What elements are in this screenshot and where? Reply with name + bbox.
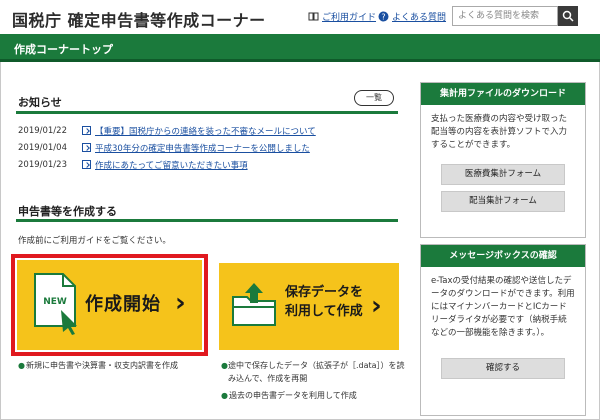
notices-more-button[interactable]: 一覧: [354, 90, 394, 106]
tally-panel-text: 支払った医療費の内容や受け取った配当等の内容を表計算ソフトで入力することができま…: [431, 114, 568, 150]
notices-divider: [16, 111, 398, 114]
search-icon: [562, 10, 574, 22]
create-heading: 申告書等を作成する: [18, 205, 117, 218]
section-bar: 作成コーナートップ: [0, 34, 600, 62]
medical-form-button[interactable]: 医療費集計フォーム: [441, 164, 565, 185]
notice-item: 2019/01/04 平成30年分の確定申告書等作成コーナーを公開しました: [18, 139, 398, 156]
bullet-text: 過去の申告書データを利用して作成: [229, 391, 357, 400]
guide-link-label: ご利用ガイド: [322, 13, 377, 23]
create-divider: [16, 219, 398, 222]
guide-link[interactable]: ご利用ガイド: [308, 10, 376, 23]
notice-date: 2019/01/04: [18, 142, 67, 153]
saved-data-button[interactable]: 保存データを 利用して作成 ›: [219, 263, 399, 350]
main-content: お知らせ 一覧 2019/01/22 【重要】国税庁からの連絡を装った不審なメー…: [6, 74, 408, 414]
book-icon: [308, 11, 319, 22]
notice-link[interactable]: 作成にあたってご留意いただきたい事項: [95, 159, 248, 171]
arrow-box-icon: [82, 126, 91, 135]
notice-list: 2019/01/22 【重要】国税庁からの連絡を装った不審なメールについて 20…: [18, 122, 398, 173]
notice-date: 2019/01/22: [18, 125, 67, 136]
section-bar-label: 作成コーナートップ: [14, 43, 113, 56]
tally-panel-title: 集計用ファイルのダウンロード: [421, 83, 585, 105]
highlight-frame: [11, 254, 208, 356]
arrow-box-icon: [82, 160, 91, 169]
dividend-form-button[interactable]: 配当集計フォーム: [441, 191, 565, 212]
notice-date: 2019/01/23: [18, 159, 67, 170]
notice-item: 2019/01/23 作成にあたってご留意いただきたい事項: [18, 156, 398, 173]
bullet-item: ● 途中で保存したデータ（拡張子が［.data］）を読み込んで、作成を再開: [221, 361, 405, 383]
notice-item: 2019/01/22 【重要】国税庁からの連絡を装った不審なメールについて: [18, 122, 398, 139]
chevron-right-icon: ›: [371, 291, 382, 321]
saved-data-label: 保存データを 利用して作成: [285, 283, 363, 321]
bullet-text: 途中で保存したデータ（拡張子が［.data］）を読み込んで、作成を再開: [227, 361, 405, 383]
svg-text:?: ?: [381, 13, 385, 22]
search-button[interactable]: [558, 6, 578, 26]
faq-link[interactable]: ? よくある質問: [378, 10, 446, 23]
guide-notice-text: 作成前にご利用ガイドをご覧ください。: [18, 236, 171, 246]
search-input[interactable]: [452, 6, 558, 26]
faq-link-label: よくある質問: [392, 13, 447, 23]
confirm-button[interactable]: 確認する: [441, 358, 565, 379]
message-panel-text: e-Taxの受付結果の確認や送信したデータのダウンロードができます。利用にはマイ…: [431, 276, 575, 338]
start-bullets: ● 新規に申告書や決算書・収支内訳書を作成: [18, 359, 178, 372]
message-panel-title: メッセージボックスの確認: [421, 245, 585, 267]
message-box-panel: メッセージボックスの確認 e-Taxの受付結果の確認や送信したデータのダウンロー…: [420, 244, 586, 416]
tally-download-panel: 集計用ファイルのダウンロード 支払った医療費の内容や受け取った配当等の内容を表計…: [420, 82, 586, 238]
question-circle-icon: ?: [378, 11, 389, 22]
bullet-item: ● 過去の申告書データを利用して作成: [221, 391, 357, 400]
notice-link[interactable]: 【重要】国税庁からの連絡を装った不審なメールについて: [95, 125, 316, 137]
notice-link[interactable]: 平成30年分の確定申告書等作成コーナーを公開しました: [95, 142, 310, 154]
site-title[interactable]: 国税庁 確定申告書等作成コーナー: [12, 7, 266, 31]
saved-data-label-line2: 利用して作成: [285, 304, 363, 319]
site-header: 国税庁 確定申告書等作成コーナー ご利用ガイド ? よくある質問: [0, 0, 600, 34]
bullet-text: 新規に申告書や決算書・収支内訳書を作成: [26, 361, 178, 370]
saved-bullets: ● 途中で保存したデータ（拡張子が［.data］）を読み込んで、作成を再開 ● 過去…: [221, 359, 406, 402]
notices-heading: お知らせ: [18, 96, 62, 109]
arrow-box-icon: [82, 143, 91, 152]
folder-upload-icon: [232, 283, 276, 326]
bullet-item: ● 新規に申告書や決算書・収支内訳書を作成: [18, 361, 178, 370]
saved-data-label-line1: 保存データを: [285, 285, 364, 300]
